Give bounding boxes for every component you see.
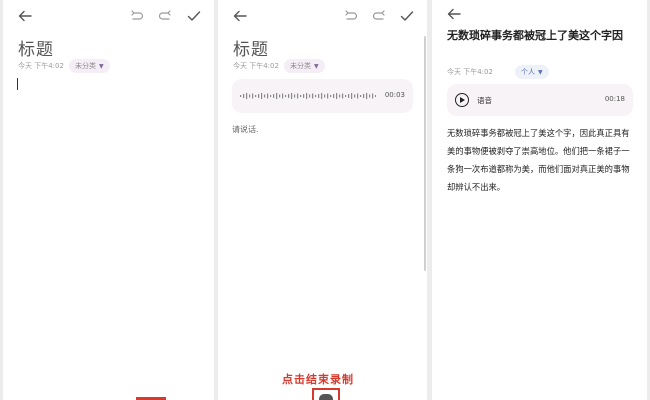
waveform-bar bbox=[255, 95, 257, 97]
redo-icon[interactable] bbox=[371, 8, 387, 24]
note-title[interactable]: 标题 bbox=[233, 35, 269, 60]
check-icon[interactable] bbox=[399, 8, 415, 24]
waveform-bar bbox=[261, 93, 263, 99]
note-body[interactable]: 无数琐碎事务都被冠上了美这个字，因此真正具有美的事物便被剥夺了崇高地位。他们把一… bbox=[447, 124, 635, 196]
waveform-bar bbox=[321, 93, 323, 99]
text-cursor bbox=[17, 78, 18, 90]
waveform-bar bbox=[252, 93, 254, 99]
waveform-bar bbox=[318, 94, 320, 98]
toolbar bbox=[432, 6, 647, 28]
note-meta: 今天 下午4:02 未分类 ▼ bbox=[233, 59, 325, 73]
waveform-bar bbox=[285, 95, 287, 97]
waveform-bar bbox=[330, 95, 332, 97]
waveform-bar bbox=[279, 94, 281, 98]
waveform-bar bbox=[264, 94, 266, 98]
category-dropdown[interactable]: 未分类 ▼ bbox=[283, 59, 325, 73]
waveform-bar bbox=[267, 93, 269, 99]
waveform-bar bbox=[240, 95, 242, 97]
waveform-bar bbox=[369, 94, 371, 98]
waveform-bar bbox=[249, 94, 251, 98]
editor-panel-empty: 标题 今天 下午4:02 未分类 ▼ bbox=[3, 0, 214, 400]
note-date: 今天 下午4:02 bbox=[447, 68, 493, 76]
note-title[interactable]: 无数琐碎事务都被冠上了美这个字因 bbox=[447, 27, 637, 44]
waveform-bar bbox=[309, 94, 311, 98]
waveform-bar bbox=[354, 94, 356, 98]
waveform-bar bbox=[276, 93, 278, 99]
back-arrow-icon[interactable] bbox=[17, 8, 33, 24]
waveform-bar bbox=[303, 94, 305, 98]
waveform-bar bbox=[243, 94, 245, 98]
waveform-bar bbox=[288, 94, 290, 98]
waveform-bar bbox=[312, 93, 314, 99]
waveform-bar bbox=[333, 94, 335, 98]
speak-hint: 请说话. bbox=[232, 125, 259, 134]
recording-card: 00:03 bbox=[232, 79, 413, 113]
redo-icon[interactable] bbox=[157, 8, 173, 24]
category-label: 个人 bbox=[520, 68, 535, 76]
stop-record-highlight bbox=[312, 388, 340, 400]
category-dropdown[interactable]: 未分类 ▼ bbox=[68, 59, 110, 73]
caret-down-icon: ▼ bbox=[537, 68, 543, 76]
waveform-bar bbox=[339, 94, 341, 98]
note-date: 今天 下午4:02 bbox=[18, 62, 64, 70]
waveform bbox=[240, 93, 376, 99]
waveform-bar bbox=[342, 93, 344, 99]
editor-panel-recording: 标题 今天 下午4:02 未分类 ▼ 00:03 请说话. 点击结束录制 bbox=[218, 0, 427, 400]
undo-icon[interactable] bbox=[343, 8, 359, 24]
waveform-bar bbox=[315, 95, 317, 97]
category-label: 未分类 bbox=[289, 62, 311, 70]
waveform-bar bbox=[372, 93, 374, 99]
scrollbar[interactable] bbox=[424, 36, 426, 271]
waveform-bar bbox=[348, 94, 350, 98]
waveform-bar bbox=[282, 93, 284, 99]
back-arrow-icon[interactable] bbox=[232, 8, 248, 24]
waveform-bar bbox=[291, 93, 293, 99]
waveform-bar bbox=[258, 94, 260, 98]
note-date: 今天 下午4:02 bbox=[233, 62, 279, 70]
caret-down-icon: ▼ bbox=[98, 62, 104, 70]
audio-label: 语音 bbox=[477, 96, 492, 105]
waveform-bar bbox=[351, 93, 353, 99]
note-meta: 今天 下午4:02 个人 ▼ bbox=[447, 65, 549, 79]
audio-duration: 00:18 bbox=[604, 95, 625, 103]
waveform-bar bbox=[363, 94, 365, 98]
recording-time: 00:03 bbox=[384, 91, 405, 99]
toolbar bbox=[218, 8, 427, 30]
waveform-bar bbox=[270, 95, 272, 97]
undo-icon[interactable] bbox=[129, 8, 145, 24]
note-view-panel: 无数琐碎事务都被冠上了美这个字因 今天 下午4:02 个人 ▼ 语音 00:18… bbox=[432, 0, 647, 400]
category-dropdown[interactable]: 个人 ▼ bbox=[514, 65, 549, 79]
waveform-bar bbox=[336, 93, 338, 99]
play-icon[interactable] bbox=[455, 93, 469, 107]
waveform-bar bbox=[375, 95, 376, 97]
check-icon[interactable] bbox=[186, 8, 202, 24]
waveform-bar bbox=[357, 93, 359, 99]
note-meta: 今天 下午4:02 未分类 ▼ bbox=[18, 59, 110, 73]
waveform-bar bbox=[246, 93, 248, 99]
back-arrow-icon[interactable] bbox=[446, 6, 462, 22]
note-title[interactable]: 标题 bbox=[18, 35, 54, 60]
caret-down-icon: ▼ bbox=[313, 62, 319, 70]
waveform-bar bbox=[306, 93, 308, 99]
audio-attachment[interactable]: 语音 00:18 bbox=[447, 84, 633, 116]
waveform-bar bbox=[297, 93, 299, 99]
waveform-bar bbox=[345, 95, 347, 97]
waveform-bar bbox=[327, 93, 329, 99]
waveform-bar bbox=[273, 94, 275, 98]
waveform-bar bbox=[300, 95, 302, 97]
toolbar bbox=[3, 8, 214, 30]
waveform-bar bbox=[360, 95, 362, 97]
waveform-bar bbox=[324, 94, 326, 98]
waveform-bar bbox=[294, 94, 296, 98]
waveform-bar bbox=[366, 93, 368, 99]
tap-to-stop-callout: 点击结束录制 bbox=[282, 373, 354, 386]
category-label: 未分类 bbox=[74, 62, 96, 70]
